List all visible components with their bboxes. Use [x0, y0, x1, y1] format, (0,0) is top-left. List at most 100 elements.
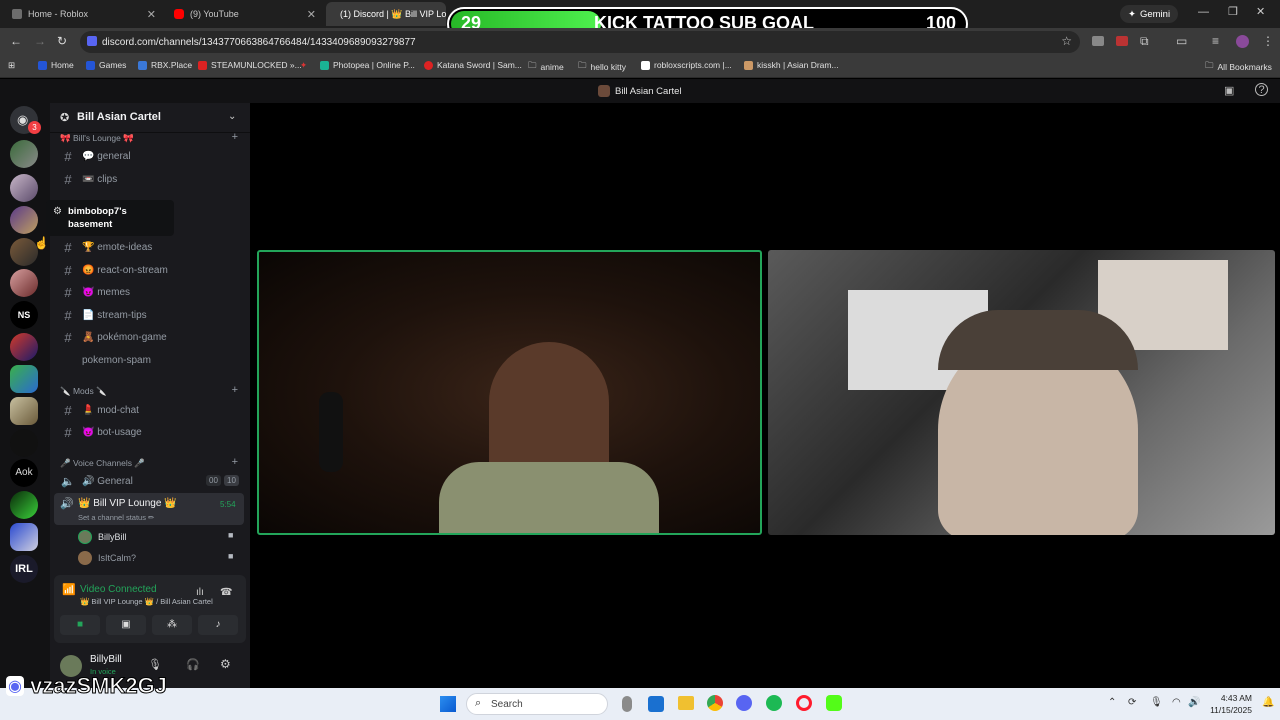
- reload-icon[interactable]: ↻: [57, 34, 67, 48]
- bookmark-item[interactable]: Games: [86, 60, 126, 70]
- add-channel-icon[interactable]: +: [232, 131, 238, 143]
- video-tile-isitcalm[interactable]: [768, 250, 1275, 535]
- camera-button[interactable]: ■: [60, 615, 100, 635]
- forward-icon[interactable]: →: [34, 34, 46, 48]
- bookmark-folder[interactable]: 🗀 hello kitty: [578, 60, 626, 74]
- add-channel-icon[interactable]: +: [232, 456, 238, 468]
- server-icon[interactable]: [10, 397, 38, 425]
- server-icon[interactable]: [10, 140, 38, 168]
- restore-icon[interactable]: ❐: [1228, 5, 1238, 18]
- close-icon[interactable]: ✕: [307, 8, 316, 21]
- screen-share-button[interactable]: ▣: [106, 615, 146, 635]
- category-lounge[interactable]: 🎀 Bill's Lounge 🎀: [60, 133, 134, 144]
- chevron-down-icon[interactable]: ⌄: [228, 111, 236, 122]
- server-icon[interactable]: [10, 174, 38, 202]
- bookmark-item[interactable]: kisskh | Asian Dram...: [744, 60, 839, 70]
- bookmark-item[interactable]: Home: [38, 60, 74, 70]
- help-icon[interactable]: ?: [1255, 83, 1268, 96]
- channel-mod-chat[interactable]: # 💄 mod-chat: [58, 400, 238, 420]
- discord-home-button[interactable]: ◉ 3: [10, 106, 41, 134]
- tab-search-icon[interactable]: ≡: [1212, 34, 1219, 48]
- chevron-up-icon[interactable]: ⌃: [1108, 697, 1116, 708]
- channel-memes[interactable]: # 😈 memes: [58, 282, 238, 302]
- window-close-icon[interactable]: ✕: [1256, 5, 1265, 18]
- channel-pokemon-game[interactable]: # 🧸 pokémon-game: [58, 327, 238, 347]
- profile-avatar[interactable]: [1236, 35, 1249, 48]
- bookmark-item[interactable]: Katana Sword | Sam...: [424, 60, 522, 70]
- channel-stream-tips[interactable]: # 📄 stream-tips: [58, 305, 238, 325]
- taskbar-search[interactable]: ⌕ Search: [466, 693, 608, 715]
- task-view-icon[interactable]: [622, 696, 632, 712]
- apps-grid-icon[interactable]: ⊞: [8, 60, 15, 71]
- minimize-icon[interactable]: —: [1198, 6, 1209, 18]
- discord-icon[interactable]: [736, 695, 752, 711]
- channel-pokemon-spam[interactable]: #pokemon-spam: [58, 350, 238, 370]
- server-icon[interactable]: [10, 429, 38, 457]
- notification-icon[interactable]: 🔔: [1262, 697, 1274, 708]
- channel-status[interactable]: Set a channel status ✏: [78, 513, 154, 522]
- more-menu-icon[interactable]: ⋮: [1262, 34, 1274, 48]
- server-icon[interactable]: [10, 206, 38, 234]
- channel-clips[interactable]: # 📼 clips: [58, 169, 238, 189]
- voice-channel-general[interactable]: 🔈 🔊 General 00 10: [58, 471, 239, 491]
- soundboard-button[interactable]: ♪: [198, 615, 238, 635]
- voice-user[interactable]: BillyBill ■: [76, 528, 242, 546]
- clock-time[interactable]: 4:43 AM: [1210, 693, 1252, 703]
- windows-start-icon[interactable]: [440, 696, 456, 712]
- microphone-icon[interactable]: 🎙: [1150, 697, 1163, 708]
- extension-icon[interactable]: [1116, 36, 1128, 46]
- cast-icon[interactable]: ▭: [1176, 34, 1187, 48]
- extension-icon[interactable]: [1092, 36, 1104, 46]
- bookmark-folder[interactable]: 🗀 anime: [528, 60, 564, 74]
- all-bookmarks-folder[interactable]: 🗀 All Bookmarks: [1205, 60, 1272, 74]
- volume-icon[interactable]: 🔊: [1188, 697, 1200, 708]
- connection-location[interactable]: 👑 Bill VIP Lounge 👑 / Bill Asian Cartel: [80, 597, 213, 606]
- channel-emote-ideas[interactable]: # 🏆 emote-ideas: [58, 237, 238, 257]
- site-info-icon[interactable]: [87, 36, 97, 46]
- headphones-icon[interactable]: 🎧: [186, 658, 200, 671]
- category-mods[interactable]: 🔪 Mods 🔪: [60, 386, 107, 397]
- voice-channel-vip[interactable]: 🔊 👑 Bill VIP Lounge 👑 5:54 Set a channel…: [54, 493, 244, 525]
- gear-icon[interactable]: ⚙: [220, 657, 231, 671]
- disconnect-icon[interactable]: ☎: [220, 587, 232, 598]
- url-input[interactable]: discord.com/channels/1343770663864766484…: [80, 31, 1080, 53]
- opera-icon[interactable]: [796, 695, 812, 711]
- channel-bot-usage[interactable]: # 😈 bot-usage: [58, 422, 238, 442]
- channel-react-on-stream[interactable]: # 😡 react-on-stream: [58, 260, 238, 280]
- tab-roblox[interactable]: Home - Roblox ✕: [4, 2, 164, 26]
- server-icon[interactable]: [10, 365, 38, 393]
- server-icon[interactable]: NS: [10, 301, 38, 329]
- tab-youtube[interactable]: (9) YouTube ✕: [166, 2, 324, 26]
- noise-suppression-icon[interactable]: ılı: [196, 587, 204, 598]
- server-icon[interactable]: IRL: [10, 555, 38, 583]
- back-icon[interactable]: ←: [10, 34, 22, 48]
- bookmark-item[interactable]: Photopea | Online P...: [320, 60, 415, 70]
- kick-icon[interactable]: [826, 695, 842, 711]
- server-header[interactable]: ✪ Bill Asian Cartel ⌄: [50, 103, 250, 133]
- channel-general[interactable]: # 💬 general: [58, 146, 238, 166]
- bookmark-item[interactable]: robloxscripts.com |...: [641, 60, 732, 70]
- wifi-icon[interactable]: ◠: [1172, 697, 1181, 708]
- extensions-puzzle-icon[interactable]: ⧉: [1140, 34, 1149, 49]
- flame-icon[interactable]: ✦: [300, 60, 307, 71]
- spotify-icon[interactable]: [766, 695, 782, 711]
- category-voice[interactable]: 🎤 Voice Channels 🎤: [60, 458, 145, 469]
- server-icon[interactable]: [10, 523, 38, 551]
- clock-date[interactable]: 11/15/2025: [1206, 705, 1252, 715]
- bookmark-item[interactable]: RBX.Place: [138, 60, 192, 70]
- bookmark-star-icon[interactable]: ☆: [1061, 34, 1072, 48]
- server-icon[interactable]: [10, 491, 38, 519]
- widgets-icon[interactable]: [648, 696, 664, 712]
- voice-user[interactable]: IsItCalm? ■: [76, 549, 242, 567]
- chrome-icon[interactable]: [707, 695, 723, 711]
- server-icon[interactable]: [10, 269, 38, 297]
- inbox-icon[interactable]: ▣: [1224, 84, 1234, 97]
- sync-icon[interactable]: ⟳: [1128, 697, 1136, 708]
- add-channel-icon[interactable]: +: [232, 384, 238, 396]
- server-icon[interactable]: Aok: [10, 459, 38, 487]
- gemini-button[interactable]: ✦ Gemini: [1120, 5, 1179, 23]
- activities-button[interactable]: ⁂: [152, 615, 192, 635]
- video-tile-billybill[interactable]: [257, 250, 762, 535]
- server-icon[interactable]: [10, 333, 38, 361]
- tab-discord[interactable]: (1) Discord | 👑 Bill VIP Lou: [326, 2, 446, 26]
